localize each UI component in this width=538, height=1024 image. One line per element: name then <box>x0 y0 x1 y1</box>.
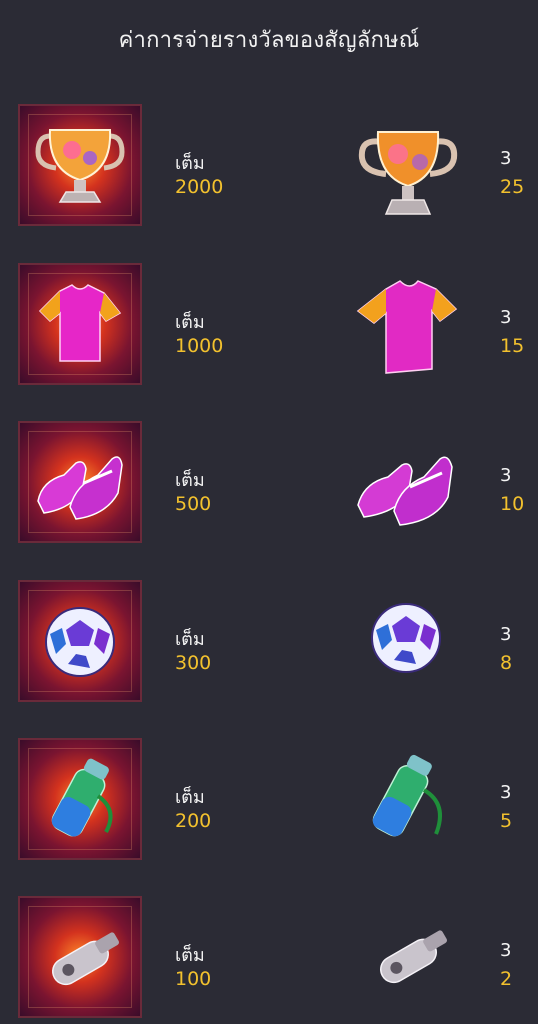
jersey-tile <box>18 263 142 385</box>
whistle-tile <box>18 896 142 1018</box>
count: 3 <box>500 148 512 169</box>
full-label: เต็ม <box>175 312 205 333</box>
count: 3 <box>500 782 512 803</box>
full-label: เต็ม <box>175 787 205 808</box>
water-bottle-icon <box>51 758 113 837</box>
count: 3 <box>500 307 512 328</box>
full-value: 100 <box>175 968 212 990</box>
trophy-tile <box>18 104 142 226</box>
trophy-icon <box>35 129 125 203</box>
football-boots-icon <box>37 456 123 520</box>
full-value: 2000 <box>175 176 224 198</box>
count: 3 <box>500 940 512 961</box>
full-label: เต็ม <box>175 945 205 966</box>
paytable-row-jersey: เต็ม 1000 3 15 <box>0 263 538 387</box>
boots-tile <box>18 421 142 543</box>
whistle-icon <box>52 932 120 986</box>
water-bottle-icon <box>372 754 442 837</box>
full-label: เต็ม <box>175 153 205 174</box>
full-value: 300 <box>175 652 212 674</box>
paytable-row-trophy: เต็ม 2000 3 25 <box>0 104 538 228</box>
football-icon <box>371 603 441 673</box>
football-boots-icon <box>357 456 453 526</box>
count: 3 <box>500 465 512 486</box>
paytable-row-ball: เต็ม 300 3 8 <box>0 580 538 704</box>
multiplier: 25 <box>500 176 525 198</box>
multiplier: 2 <box>500 968 513 990</box>
full-value: 500 <box>175 493 212 515</box>
trophy-icon <box>358 131 458 215</box>
whistle-icon <box>380 930 448 984</box>
jersey-icon <box>356 280 458 374</box>
multiplier: 5 <box>500 810 513 832</box>
full-value: 200 <box>175 810 212 832</box>
ball-tile <box>18 580 142 702</box>
paytable-row-bottle: เต็ม 200 3 5 <box>0 738 538 862</box>
jersey-icon <box>38 284 122 362</box>
football-icon <box>45 607 115 677</box>
multiplier: 10 <box>500 493 525 515</box>
full-label: เต็ม <box>175 470 205 491</box>
multiplier: 15 <box>500 335 525 357</box>
count: 3 <box>500 624 512 645</box>
paytable-row-whistle: เต็ม 100 3 2 <box>0 896 538 1020</box>
page-title: ค่าการจ่ายรางวัลของสัญลักษณ์ <box>118 28 420 53</box>
multiplier: 8 <box>500 652 513 674</box>
bottle-tile <box>18 738 142 860</box>
paytable-row-boots: เต็ม 500 3 10 <box>0 421 538 545</box>
full-label: เต็ม <box>175 629 205 650</box>
full-value: 1000 <box>175 335 224 357</box>
